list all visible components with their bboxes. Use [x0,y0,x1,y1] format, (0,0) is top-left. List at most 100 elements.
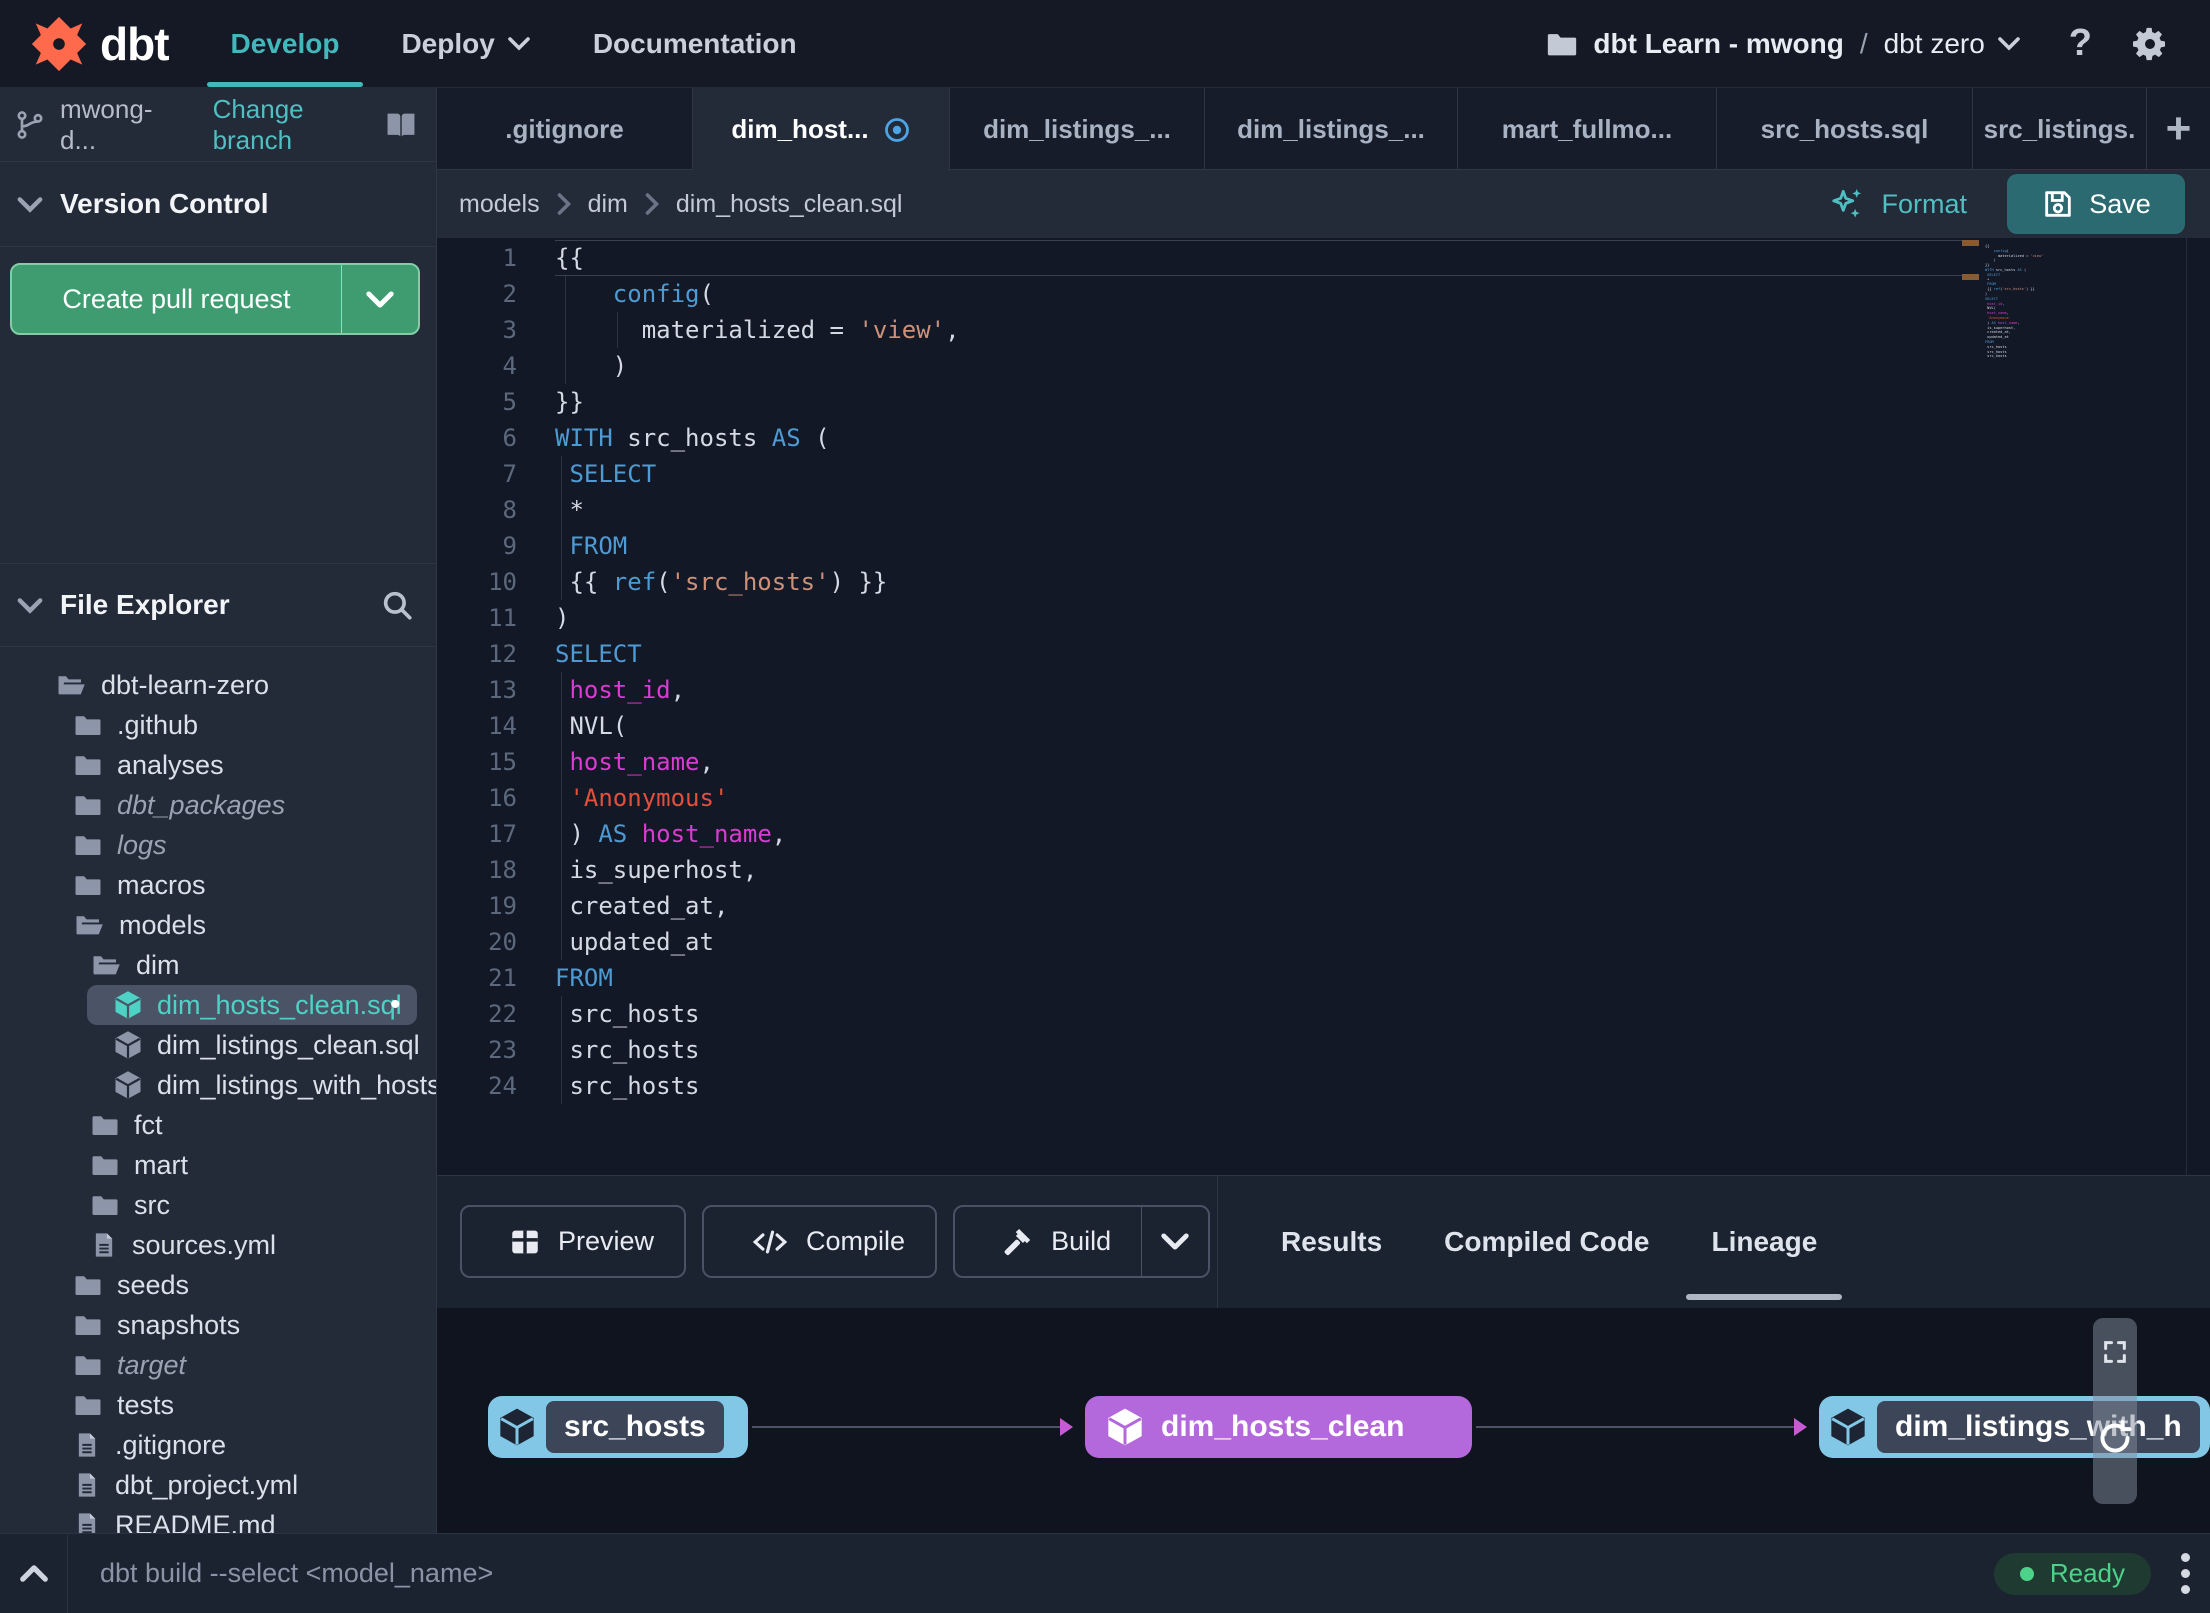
chevron-up-icon[interactable] [0,1534,68,1613]
panel-tab-results[interactable]: Results [1281,1176,1382,1308]
editor-tab-src_hosts.sql[interactable]: src_hosts.sql [1717,88,1973,170]
save-button[interactable]: Save [2007,174,2185,234]
tree-item-.github[interactable]: .github [0,705,436,745]
breadcrumb-models[interactable]: models [459,190,540,219]
line-number: 6 [502,424,517,452]
code-line-14[interactable]: 14 NVL( [437,708,2210,744]
line-number: 19 [488,892,517,920]
new-tab-button[interactable]: + [2147,88,2210,169]
tree-item-tests[interactable]: tests [0,1385,436,1425]
code-line-24[interactable]: 24 src_hosts [437,1068,2210,1104]
nav-item-develop-label: Develop [230,27,340,59]
project-selector[interactable]: dbt Learn - mwong / dbt zero [1545,27,2020,61]
code-line-19[interactable]: 19 created_at, [437,888,2210,924]
code-line-3[interactable]: 3 materialized = 'view', [437,312,2210,348]
line-number: 3 [502,316,517,344]
tree-item-src[interactable]: src [0,1185,436,1225]
tree-item-dbt_packages[interactable]: dbt_packages [0,785,436,825]
tree-item-dbt_project.yml[interactable]: dbt_project.yml [0,1465,436,1505]
tree-item-macros[interactable]: macros [0,865,436,905]
tree-item-seeds[interactable]: seeds [0,1265,436,1305]
editor-tab-.gitignore[interactable]: .gitignore [437,88,693,170]
tree-item-mart[interactable]: mart [0,1145,436,1185]
command-input[interactable]: dbt build --select <model_name> [100,1558,493,1589]
panel-tab-lineage[interactable]: Lineage [1712,1176,1818,1308]
code-line-23[interactable]: 23 src_hosts [437,1032,2210,1068]
tree-item-snapshots[interactable]: snapshots [0,1305,436,1345]
tree-item-dim_listings_with_hosts...[interactable]: dim_listings_with_hosts... [0,1065,436,1105]
tree-item-dim[interactable]: dim [0,945,436,985]
pr-dropdown-button[interactable] [342,265,418,333]
code-line-1[interactable]: 1 {{ [437,240,2210,276]
breadcrumb-dim[interactable]: dim [588,190,628,219]
minimap-line: {{ ref('src_hosts') }} [1985,287,2035,292]
code-line-18[interactable]: 18 is_superhost, [437,852,2210,888]
nav-item-documentation[interactable]: Documentation [593,0,797,87]
change-branch-link[interactable]: Change branch [213,94,382,156]
build-button[interactable]: Build [953,1205,1211,1278]
search-icon[interactable] [380,588,414,622]
gear-icon[interactable] [2130,24,2170,64]
code-editor[interactable]: 1{{2 config(3 materialized = 'view', 4 ) 5… [437,238,2210,1175]
create-pull-request-button[interactable]: Create pull request [10,263,420,335]
lineage-node-src_hosts[interactable]: src_hosts [488,1396,748,1458]
code-line-22[interactable]: 22 src_hosts [437,996,2210,1032]
format-button[interactable]: Format [1829,185,1967,223]
kebab-menu-icon[interactable] [2181,1550,2190,1598]
reset-view-icon[interactable] [2095,1418,2135,1458]
editor-tab-dim_host...[interactable]: dim_host... [693,88,950,171]
code-line-20[interactable]: 20 updated_at [437,924,2210,960]
tree-item-dim_listings_clean.sql[interactable]: dim_listings_clean.sql [0,1025,436,1065]
tree-item-logs[interactable]: logs [0,825,436,865]
tree-item-dbt-learn-zero[interactable]: dbt-learn-zero [0,665,436,705]
dbt-logo[interactable]: dbt [28,13,170,75]
tree-item-README.md[interactable]: README.md [0,1505,436,1533]
code-line-17[interactable]: 17 ) AS host_name, [437,816,2210,852]
file-explorer-header[interactable]: File Explorer [0,563,436,647]
code-line-2[interactable]: 2 config( [437,276,2210,312]
code-line-5[interactable]: 5}} [437,384,2210,420]
tree-item-target[interactable]: target [0,1345,436,1385]
code-line-15[interactable]: 15 host_name, [437,744,2210,780]
code-line-11[interactable]: 11) [437,600,2210,636]
editor-tab-dim_listings_...[interactable]: dim_listings_... [950,88,1205,170]
editor-tab-mart_fullmo...[interactable]: mart_fullmo... [1458,88,1717,170]
code-line-21[interactable]: 21 FROM [437,960,2210,996]
code-line-16[interactable]: 16 'Anonymous' [437,780,2210,816]
line-number: 16 [488,784,517,812]
code-line-13[interactable]: 13 host_id, [437,672,2210,708]
code-line-7[interactable]: 7 SELECT [437,456,2210,492]
fullscreen-icon[interactable] [2101,1338,2129,1366]
preview-button[interactable]: Preview [460,1205,687,1278]
code-line-4[interactable]: 4 ) [437,348,2210,384]
nav-item-develop[interactable]: Develop [206,0,364,87]
code-line-9[interactable]: 9 FROM [437,528,2210,564]
create-pull-request-label[interactable]: Create pull request [12,265,341,333]
docs-book-icon[interactable] [382,108,420,142]
compile-button[interactable]: Compile [702,1205,938,1278]
lineage-node-dim_listings_with_h[interactable]: dim_listings_with_h [1819,1396,2210,1458]
build-dropdown-button[interactable] [1142,1207,1208,1276]
tree-item-.gitignore[interactable]: .gitignore [0,1425,436,1465]
code-token: 'Anonymous' [569,784,729,812]
tree-item-models[interactable]: models [0,905,436,945]
minimap[interactable]: {{ config( materialized = 'view', )}}WIT… [1985,244,2043,359]
code-line-10[interactable]: 10 {{ ref('src_hosts') }} [437,564,2210,600]
indent-guide [561,852,562,888]
editor-tab-src_listings.[interactable]: src_listings. [1973,88,2147,170]
lineage-node-dim_hosts_clean[interactable]: dim_hosts_clean [1085,1396,1472,1458]
tree-item-dim_hosts_clean.sql[interactable]: dim_hosts_clean.sql • [0,985,436,1025]
code-line-12[interactable]: 12 SELECT [437,636,2210,672]
code-line-8[interactable]: 8 * [437,492,2210,528]
tree-item-fct[interactable]: fct [0,1105,436,1145]
code-line-6[interactable]: 6 WITH src_hosts AS ( [437,420,2210,456]
tree-item-analyses[interactable]: analyses [0,745,436,785]
nav-item-deploy[interactable]: Deploy [401,0,530,87]
panel-divider [1217,1176,1218,1308]
panel-tab-compiled-code[interactable]: Compiled Code [1444,1176,1649,1308]
tree-item-sources.yml[interactable]: sources.yml [0,1225,436,1265]
editor-tab-dim_listings_...[interactable]: dim_listings_... [1205,88,1458,170]
help-icon[interactable]: ? [2069,22,2092,65]
version-control-header[interactable]: Version Control [0,162,436,247]
